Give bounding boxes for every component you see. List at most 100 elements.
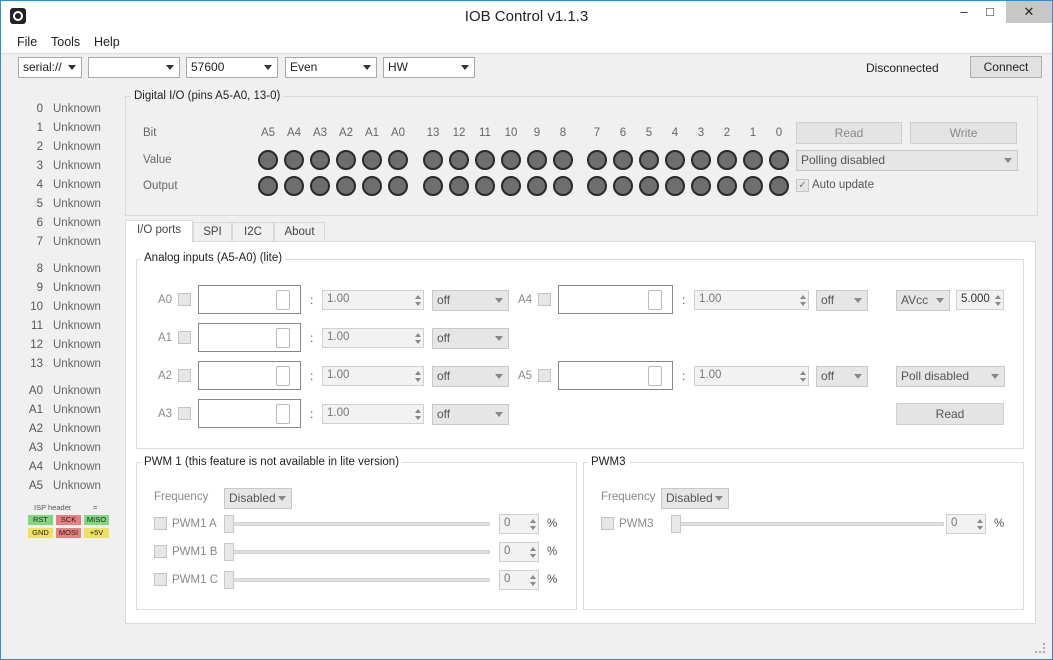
tab-spi[interactable]: SPI: [193, 222, 232, 242]
seven-segment-digit: [276, 366, 290, 386]
pwm-enable-checkbox[interactable]: [154, 573, 167, 586]
percent-unit: %: [994, 518, 1005, 530]
tab-about[interactable]: About: [274, 222, 325, 242]
analog-factor-spinner[interactable]: 1.00: [322, 366, 424, 386]
output-led[interactable]: [449, 176, 469, 196]
value-led: [423, 150, 443, 170]
pin-number: A4: [28, 461, 43, 473]
analog-read-button[interactable]: Read: [896, 403, 1004, 425]
pwm-slider-thumb[interactable]: [671, 515, 681, 533]
chevron-down-icon: [363, 65, 371, 70]
pwm-slider-track[interactable]: [225, 550, 490, 554]
output-led[interactable]: [362, 176, 382, 196]
pwm3-frequency-select[interactable]: Disabled: [661, 488, 729, 509]
output-led[interactable]: [613, 176, 633, 196]
pin-state: Unknown: [53, 179, 101, 191]
pwm-slider-track[interactable]: [225, 578, 490, 582]
pwm-slider-thumb[interactable]: [224, 515, 234, 533]
maximize-button[interactable]: □: [974, 1, 1006, 23]
digital-read-button[interactable]: Read: [796, 122, 902, 144]
pwm-value-spinner[interactable]: 0: [946, 514, 986, 534]
value-led: [553, 150, 573, 170]
pin-status-row: 12 Unknown: [27, 339, 101, 351]
analog-mode-select[interactable]: off: [816, 290, 868, 311]
analog-factor-spinner[interactable]: 1.00: [694, 366, 809, 386]
polling-select[interactable]: Polling disabled: [796, 150, 1018, 171]
pwm-slider-track[interactable]: [225, 522, 490, 526]
close-button[interactable]: ✕: [1006, 1, 1052, 23]
analog-enable-checkbox[interactable]: [538, 369, 551, 382]
bit-label: 11: [479, 127, 491, 139]
pin-number: 11: [31, 320, 43, 332]
menu-tools[interactable]: Tools: [51, 35, 80, 49]
pwm-slider-track[interactable]: [672, 522, 944, 526]
analog-mode-select[interactable]: off: [432, 404, 509, 425]
menu-file[interactable]: File: [17, 35, 37, 49]
output-led[interactable]: [423, 176, 443, 196]
pwm-enable-checkbox[interactable]: [154, 545, 167, 558]
menu-help[interactable]: Help: [94, 35, 120, 49]
analog-enable-checkbox[interactable]: [178, 293, 191, 306]
output-led[interactable]: [769, 176, 789, 196]
analog-mode-select[interactable]: off: [432, 290, 509, 311]
connection-status: Disconnected: [866, 61, 939, 75]
arrow-down-icon: [530, 582, 536, 586]
analog-enable-checkbox[interactable]: [178, 407, 191, 420]
analog-factor-spinner[interactable]: 1.00: [322, 404, 424, 424]
output-led[interactable]: [717, 176, 737, 196]
analog-mode-select[interactable]: off: [432, 366, 509, 387]
percent-unit: %: [547, 546, 558, 558]
pin-state: Unknown: [53, 236, 101, 248]
analog-factor-spinner[interactable]: 1.00: [322, 328, 424, 348]
output-led[interactable]: [691, 176, 711, 196]
auto-update-checkbox[interactable]: ✓: [796, 179, 809, 192]
reference-voltage-spinner[interactable]: 5.000: [956, 290, 1004, 310]
tab-i2c[interactable]: I2C: [232, 222, 274, 242]
baud-select[interactable]: 57600: [186, 57, 278, 78]
reference-select[interactable]: AVcc: [896, 290, 950, 311]
output-led[interactable]: [310, 176, 330, 196]
pwm1-frequency-select[interactable]: Disabled: [224, 488, 292, 509]
digital-write-button[interactable]: Write: [910, 122, 1017, 144]
pwm-slider-thumb[interactable]: [224, 571, 234, 589]
output-led[interactable]: [553, 176, 573, 196]
parity-select[interactable]: Even: [285, 57, 377, 78]
output-led[interactable]: [527, 176, 547, 196]
bit-label: 13: [426, 127, 440, 139]
output-led[interactable]: [336, 176, 356, 196]
device-select[interactable]: [88, 57, 180, 78]
analog-poll-select[interactable]: Poll disabled: [896, 366, 1005, 387]
value-led: [475, 150, 495, 170]
pwm-slider-thumb[interactable]: [224, 543, 234, 561]
bit-label: 7: [593, 127, 601, 139]
port-select[interactable]: serial://: [18, 57, 82, 78]
analog-enable-checkbox[interactable]: [178, 369, 191, 382]
pwm-value-spinner[interactable]: 0: [499, 514, 539, 534]
connect-button[interactable]: Connect: [970, 56, 1042, 78]
output-led[interactable]: [388, 176, 408, 196]
tab-io-ports[interactable]: I/O ports: [125, 220, 193, 242]
pwm-enable-checkbox[interactable]: [154, 517, 167, 530]
flow-select[interactable]: HW: [383, 57, 475, 78]
pwm3-frequency-label: Frequency: [601, 491, 656, 503]
analog-factor-spinner[interactable]: 1.00: [694, 290, 809, 310]
output-led[interactable]: [587, 176, 607, 196]
output-led[interactable]: [743, 176, 763, 196]
output-led[interactable]: [475, 176, 495, 196]
analog-mode-select[interactable]: off: [432, 328, 509, 349]
output-led[interactable]: [639, 176, 659, 196]
pwm-value-spinner[interactable]: 0: [499, 542, 539, 562]
resize-grip-icon[interactable]: [1035, 643, 1045, 653]
output-led[interactable]: [665, 176, 685, 196]
output-led[interactable]: [501, 176, 521, 196]
output-led[interactable]: [258, 176, 278, 196]
pwm-enable-checkbox[interactable]: [601, 517, 614, 530]
arrow-down-icon: [530, 554, 536, 558]
pwm-value-spinner[interactable]: 0: [499, 570, 539, 590]
pwm3-frequency-value: Disabled: [666, 491, 713, 505]
analog-factor-spinner[interactable]: 1.00: [322, 290, 424, 310]
analog-enable-checkbox[interactable]: [538, 293, 551, 306]
analog-mode-select[interactable]: off: [816, 366, 868, 387]
analog-enable-checkbox[interactable]: [178, 331, 191, 344]
output-led[interactable]: [284, 176, 304, 196]
